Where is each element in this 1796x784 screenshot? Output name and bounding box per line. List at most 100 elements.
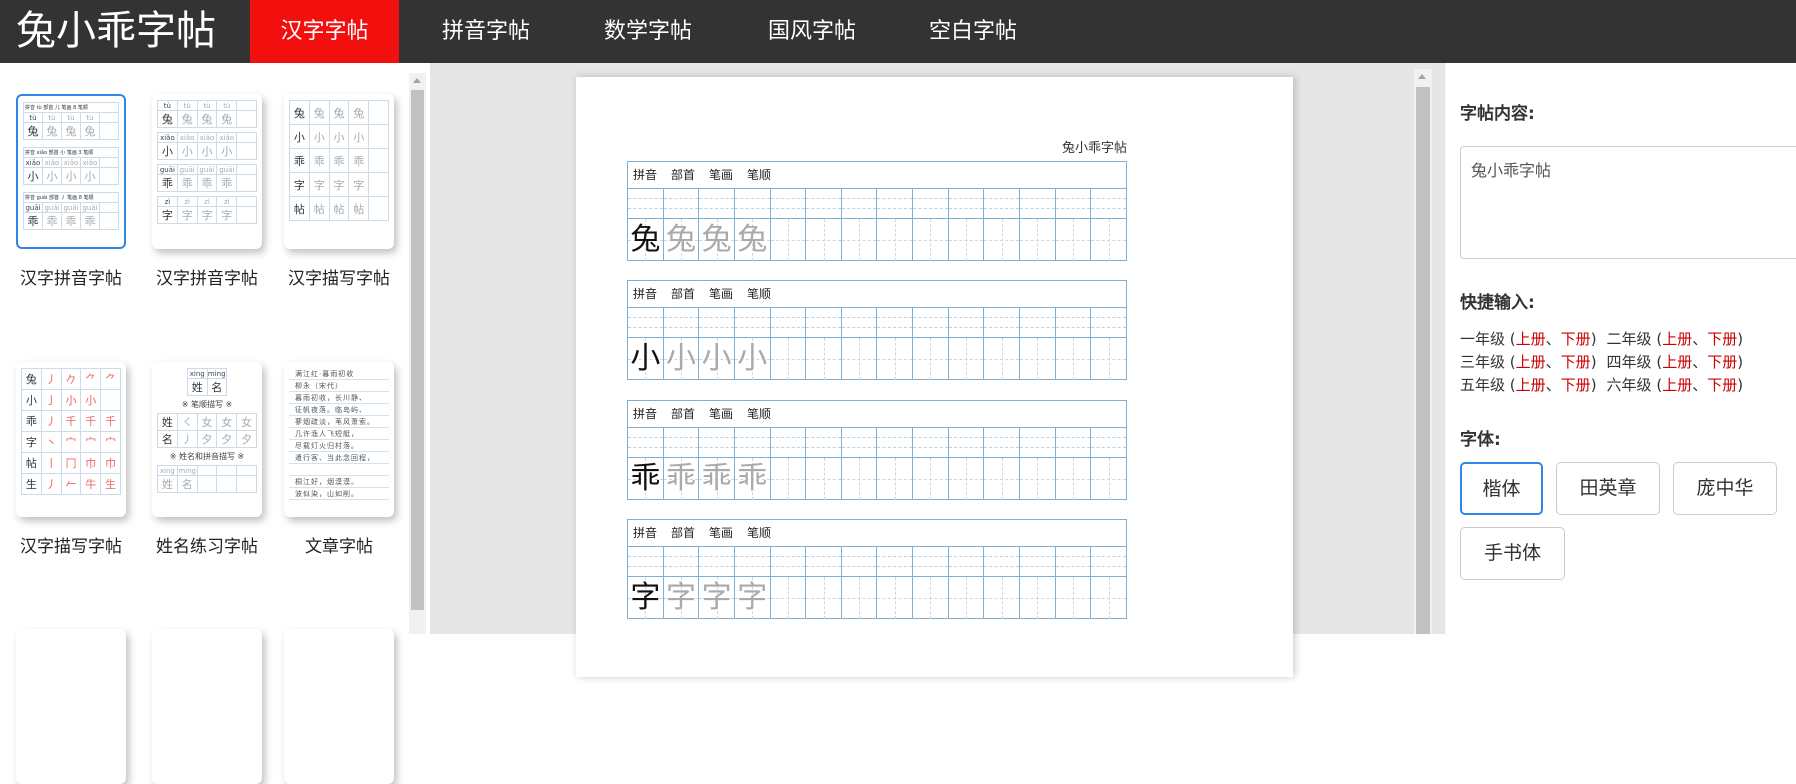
character-cell[interactable]	[913, 338, 949, 380]
character-cell[interactable]: 兔	[628, 219, 664, 261]
template-list-scrollbar[interactable]	[409, 73, 426, 634]
character-cell[interactable]	[913, 219, 949, 261]
pinyin-cell[interactable]	[1091, 308, 1126, 337]
character-cell[interactable]: 乖	[699, 458, 735, 500]
pinyin-cell[interactable]	[628, 308, 664, 337]
template-thumbnail[interactable]	[152, 629, 262, 784]
character-cell[interactable]	[948, 458, 985, 500]
pinyin-cell[interactable]	[699, 428, 735, 457]
character-cell[interactable]	[1055, 219, 1092, 261]
template-label[interactable]: 汉字描写字帖	[1, 532, 141, 557]
pinyin-cell[interactable]	[984, 428, 1021, 457]
character-cell[interactable]	[1055, 338, 1092, 380]
pinyin-cell[interactable]	[734, 308, 771, 337]
scroll-up-arrow-icon[interactable]	[1418, 74, 1426, 79]
font-kaiti-button[interactable]: 楷体	[1460, 462, 1543, 515]
pinyin-cell[interactable]	[770, 547, 807, 576]
tab-blank[interactable]: 空白字帖	[911, 0, 1035, 63]
pinyin-cell[interactable]	[1020, 428, 1056, 457]
character-cell[interactable]: 字	[734, 577, 771, 619]
pinyin-cell[interactable]	[628, 428, 664, 457]
character-cell[interactable]	[806, 338, 842, 380]
template-thumbnail[interactable]: 拼音 tù 部首 儿 笔画 8 笔顺 tù tù tù tù 兔兔兔兔拼音 xiǎo 部首…	[16, 94, 126, 249]
template-thumbnail[interactable]: 兔丿 𠂊 ⺈⺈小亅小小乖丿千千千字丶宀宀宀帖丨冂巾巾生丿 𠂉 牛生	[16, 362, 126, 517]
character-cell[interactable]	[1020, 577, 1056, 619]
template-label[interactable]: 汉字拼音字帖	[137, 264, 277, 289]
pinyin-cell[interactable]	[770, 189, 807, 218]
pinyin-cell[interactable]	[734, 547, 771, 576]
pinyin-cell[interactable]	[841, 428, 878, 457]
pinyin-cell[interactable]	[1091, 547, 1126, 576]
character-cell[interactable]	[1020, 219, 1056, 261]
pinyin-cell[interactable]	[1055, 189, 1092, 218]
pinyin-cell[interactable]	[877, 547, 914, 576]
pinyin-cell[interactable]	[806, 428, 842, 457]
template-label[interactable]: 姓名练习字帖	[137, 532, 277, 557]
scrollbar-thumb[interactable]	[1416, 87, 1430, 634]
scroll-up-arrow-icon[interactable]	[413, 78, 421, 83]
pinyin-cell[interactable]	[913, 189, 949, 218]
character-cell[interactable]	[948, 338, 985, 380]
upper-volume-link[interactable]: 上册	[1662, 330, 1692, 348]
character-cell[interactable]	[1020, 458, 1056, 500]
character-cell[interactable]	[841, 458, 878, 500]
pinyin-cell[interactable]	[1091, 189, 1126, 218]
site-logo[interactable]: 兔小乖字帖	[16, 6, 216, 56]
font-pangzhonghua-button[interactable]: 庞中华	[1673, 462, 1777, 515]
tab-hanzi[interactable]: 汉字字帖	[250, 0, 399, 63]
character-cell[interactable]	[1055, 577, 1092, 619]
pinyin-cell[interactable]	[628, 189, 664, 218]
pinyin-cell[interactable]	[699, 308, 735, 337]
upper-volume-link[interactable]: 上册	[1516, 376, 1546, 394]
pinyin-cell[interactable]	[734, 189, 771, 218]
template-thumbnail[interactable]	[16, 629, 126, 784]
character-cell[interactable]	[877, 219, 914, 261]
character-cell[interactable]: 小	[663, 338, 700, 380]
font-tianyingzhang-button[interactable]: 田英章	[1556, 462, 1660, 515]
content-input[interactable]: 兔小乖字帖	[1460, 146, 1796, 259]
character-cell[interactable]	[841, 577, 878, 619]
pinyin-cell[interactable]	[806, 308, 842, 337]
character-cell[interactable]	[1055, 458, 1092, 500]
pinyin-cell[interactable]	[628, 547, 664, 576]
tab-guofeng[interactable]: 国风字帖	[750, 0, 874, 63]
pinyin-cell[interactable]	[734, 428, 771, 457]
character-cell[interactable]	[1091, 458, 1126, 500]
lower-volume-link[interactable]: 下册	[1561, 330, 1591, 348]
template-label[interactable]: 文章字帖	[269, 532, 409, 557]
character-cell[interactable]	[1091, 219, 1126, 261]
pinyin-cell[interactable]	[913, 428, 949, 457]
template-thumbnail[interactable]: 兔兔兔兔小小小小乖乖乖乖字字字字帖帖帖帖	[284, 94, 394, 249]
pinyin-cell[interactable]	[1055, 308, 1092, 337]
pinyin-cell[interactable]	[984, 189, 1021, 218]
lower-volume-link[interactable]: 下册	[1561, 376, 1591, 394]
pinyin-cell[interactable]	[1020, 308, 1056, 337]
pinyin-cell[interactable]	[948, 308, 985, 337]
template-label[interactable]: 汉字拼音字帖	[1, 264, 141, 289]
pinyin-cell[interactable]	[948, 189, 985, 218]
character-cell[interactable]: 乖	[628, 458, 664, 500]
template-label[interactable]: 汉字描写字帖	[269, 264, 409, 289]
pinyin-cell[interactable]	[1055, 428, 1092, 457]
character-cell[interactable]: 兔	[663, 219, 700, 261]
character-cell[interactable]: 小	[734, 338, 771, 380]
pinyin-cell[interactable]	[913, 547, 949, 576]
character-cell[interactable]	[984, 338, 1021, 380]
upper-volume-link[interactable]: 上册	[1516, 330, 1546, 348]
preview-scrollbar[interactable]	[1414, 69, 1432, 634]
character-cell[interactable]: 兔	[734, 219, 771, 261]
template-thumbnail[interactable]: tù tù tù tù 兔兔兔兔 xiǎo xiǎo xiǎo xiǎo 小小小小 guāi guāi…	[152, 94, 262, 249]
pinyin-cell[interactable]	[877, 189, 914, 218]
pinyin-cell[interactable]	[984, 547, 1021, 576]
pinyin-cell[interactable]	[806, 547, 842, 576]
character-cell[interactable]	[877, 577, 914, 619]
character-cell[interactable]: 小	[628, 338, 664, 380]
character-cell[interactable]	[1091, 577, 1126, 619]
character-cell[interactable]	[984, 577, 1021, 619]
character-cell[interactable]	[770, 458, 807, 500]
character-cell[interactable]	[806, 219, 842, 261]
character-cell[interactable]	[913, 577, 949, 619]
character-cell[interactable]: 字	[663, 577, 700, 619]
character-cell[interactable]	[770, 219, 807, 261]
pinyin-cell[interactable]	[913, 308, 949, 337]
